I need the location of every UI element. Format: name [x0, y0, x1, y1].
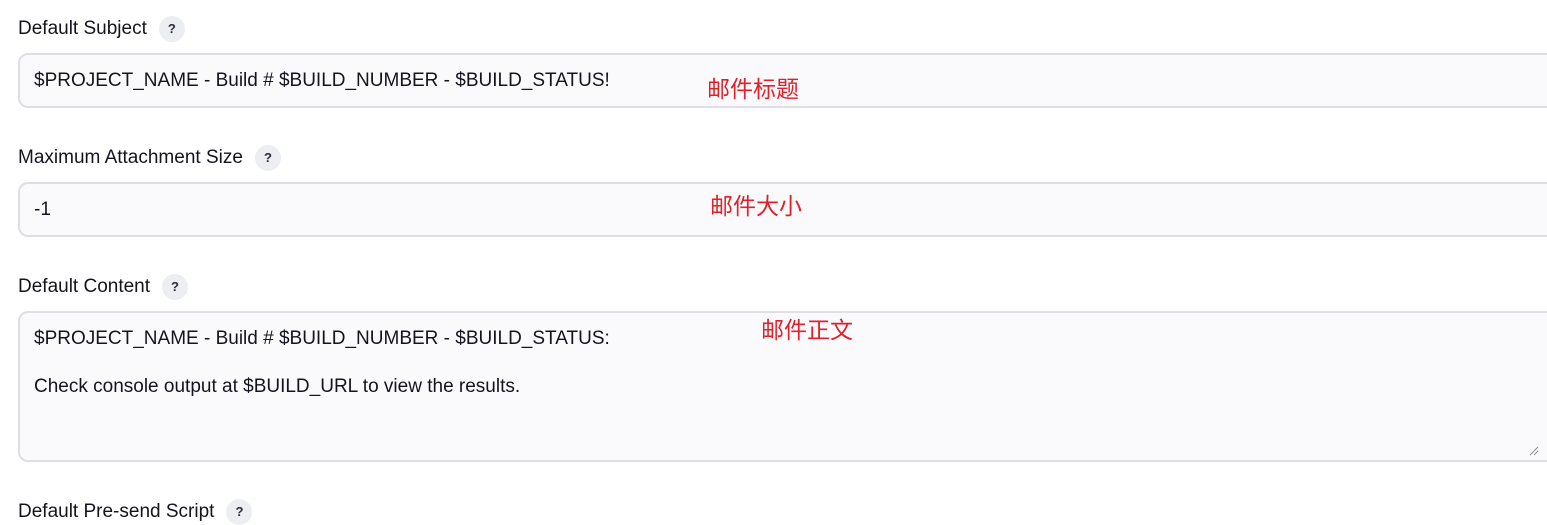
default-presend-script-help-icon[interactable]: ? [226, 499, 253, 525]
default-content-line-2: Check console output at $BUILD_URL to vi… [34, 376, 521, 397]
max-attachment-size-help-icon[interactable]: ? [254, 145, 281, 171]
default-content-annotation: 邮件正文 [761, 318, 853, 344]
default-presend-script-label-row: Default Pre-send Script ? [18, 499, 253, 525]
default-subject-help-icon[interactable]: ? [158, 16, 185, 42]
default-presend-script-label: Default Pre-send Script [18, 501, 215, 522]
default-subject-annotation: 邮件标题 [707, 77, 799, 103]
resize-handle-icon[interactable] [1529, 446, 1539, 456]
max-attachment-size-annotation: 邮件大小 [710, 194, 802, 220]
default-content-help-icon[interactable]: ? [162, 274, 189, 300]
default-content-blank-line [34, 351, 1547, 375]
default-content-label: Default Content [18, 276, 151, 297]
default-subject-label-row: Default Subject ? [18, 16, 185, 42]
max-attachment-size-label: Maximum Attachment Size [18, 147, 243, 168]
default-subject-label: Default Subject [18, 18, 147, 39]
default-content-label-row: Default Content ? [18, 274, 189, 300]
max-attachment-size-label-row: Maximum Attachment Size ? [18, 145, 281, 171]
